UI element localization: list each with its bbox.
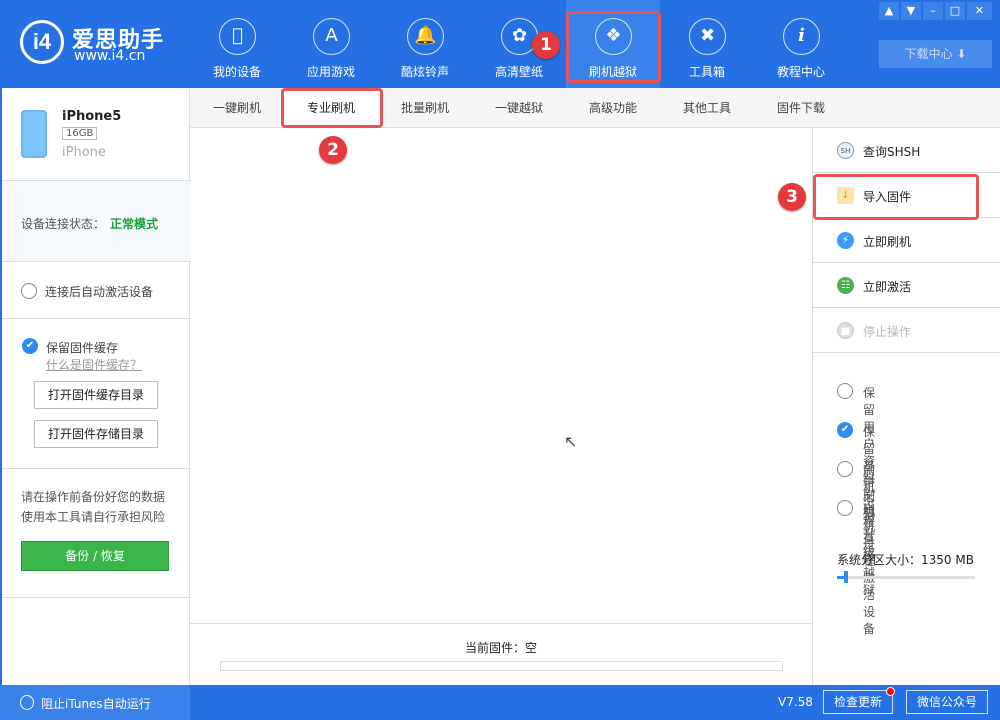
tab-one-click-flash[interactable]: 一键刷机 (190, 88, 284, 128)
itunes-block-label: 阻止iTunes自动运行 (41, 697, 151, 711)
footer: 阻止iTunes自动运行 V7.58 检查更新 微信公众号 (0, 685, 1000, 720)
step-badge: 1 (532, 31, 560, 59)
itunes-block-toggle[interactable]: 阻止iTunes自动运行 (0, 685, 190, 720)
nav-label: 酷炫铃声 (400, 65, 449, 79)
activate-during-flash-radio[interactable] (837, 500, 853, 516)
step-badge: 2 (319, 136, 347, 164)
nav-toolbox[interactable]: ✖ 工具箱 (660, 0, 754, 88)
close-icon[interactable]: ✕ (967, 2, 992, 20)
divider (190, 623, 812, 624)
progress-bar (220, 661, 783, 671)
partition-slider[interactable] (837, 576, 975, 579)
header: i4 爱思助手 www.i4.cn 我的设备 A应用游戏 🔔酷炫铃声 ✿高清壁… (0, 0, 1000, 88)
activate-now-button[interactable]: ☷ 立即激活 (813, 263, 1000, 308)
status-value: 正常模式 (110, 217, 159, 231)
current-firmware-label: 当前固件：空 (464, 641, 537, 655)
flash-now-button[interactable]: ⚡ 立即刷机 (813, 218, 1000, 263)
option-label: 刷机过程激活设备 (863, 503, 876, 636)
step-badge: 3 (778, 183, 806, 211)
status-label: 设备连接状态： (21, 217, 106, 231)
tab-one-click-jailbreak[interactable]: 一键越狱 (472, 88, 566, 128)
itunes-block-radio[interactable] (20, 695, 34, 710)
keep-baseband-checkbox[interactable]: ✔ (837, 422, 853, 438)
action-label: 立即激活 (863, 280, 912, 294)
lightning-icon: ⚡ (837, 232, 854, 249)
partition-size-label: 系统分区大小：1350 MB (837, 553, 974, 567)
open-cache-dir-button[interactable]: 打开固件缓存目录 (34, 381, 158, 409)
action-label: 查询SHSH (863, 145, 921, 159)
iphone-icon (21, 110, 47, 158)
device-name: iPhone5 (62, 109, 122, 124)
info-icon: i (783, 18, 820, 55)
query-shsh-button[interactable]: SH 查询SHSH (813, 128, 1000, 173)
download-icon: ⬇ (956, 47, 967, 61)
partition-slider-handle[interactable] (844, 571, 848, 583)
highlight-box (566, 11, 661, 83)
status-box: 设备连接状态： 正常模式 (2, 181, 191, 261)
nav-label: 我的设备 (212, 65, 261, 79)
menu-icon[interactable]: ▼ (901, 2, 921, 20)
keep-cache-label: 保留固件缓存 (46, 341, 119, 355)
backup-restore-button[interactable]: 备份 / 恢复 (21, 541, 169, 571)
nav-apps-games[interactable]: A 应用游戏 (284, 0, 378, 88)
nav-label: 工具箱 (688, 65, 725, 79)
bell-icon: 🔔 (407, 18, 444, 55)
highlight-box (813, 174, 979, 220)
tab-other-tools[interactable]: 其他工具 (660, 88, 754, 128)
keep-user-data-radio[interactable] (837, 383, 853, 399)
shsh-search-icon: SH (837, 142, 854, 159)
nav-label: 应用游戏 (306, 65, 355, 79)
download-center-button[interactable]: 下载中心 ⬇ (879, 40, 992, 68)
app-store-icon: A (313, 18, 350, 55)
device-type: iPhone (62, 145, 106, 160)
keep-cache-checkbox[interactable]: ✔ (22, 338, 38, 354)
warning-text: 使用本工具请自行承担风险 (21, 510, 166, 524)
nav-my-device[interactable]:  我的设备 (190, 0, 284, 88)
nav-label: 教程中心 (776, 65, 825, 79)
stop-operation-button[interactable]: ■ 停止操作 (813, 308, 1000, 353)
nav-tutorials[interactable]: i 教程中心 (754, 0, 848, 88)
open-storage-dir-button[interactable]: 打开固件存储目录 (34, 420, 158, 448)
tab-advanced[interactable]: 高级功能 (566, 88, 660, 128)
wechat-button[interactable]: 微信公众号 (906, 690, 988, 714)
action-label: 停止操作 (863, 325, 912, 339)
nav-label: 高清壁纸 (494, 65, 543, 79)
globe-icon: ☷ (837, 277, 854, 294)
tools-icon: ✖ (689, 18, 726, 55)
jailbreak-during-flash-radio[interactable] (837, 461, 853, 477)
notification-dot (886, 687, 895, 696)
highlight-box (281, 88, 383, 128)
app-url: www.i4.cn (74, 48, 146, 64)
download-center-label: 下载中心 (904, 47, 953, 61)
maximize-icon[interactable]: □ (945, 2, 965, 20)
warning-text: 请在操作前备份好您的数据 (21, 490, 166, 504)
auto-activate-label: 连接后自动激活设备 (45, 285, 154, 299)
check-update-button[interactable]: 检查更新 (823, 690, 893, 714)
action-label: 立即刷机 (863, 235, 912, 249)
logo-icon: i4 (20, 20, 64, 64)
stop-icon: ■ (837, 322, 854, 339)
tab-firmware-download[interactable]: 固件下载 (754, 88, 848, 128)
skin-icon[interactable]: ▲ (879, 2, 899, 20)
apple-icon:  (219, 18, 256, 55)
device-capacity: 16GB (62, 127, 98, 140)
sidebar: iPhone5 16GB iPhone 设备连接状态： 正常模式 连接后自动激活… (0, 88, 191, 685)
tab-batch-flash[interactable]: 批量刷机 (378, 88, 472, 128)
version-label: V7.58 (778, 695, 813, 709)
nav-ringtones[interactable]: 🔔 酷炫铃声 (378, 0, 472, 88)
what-is-cache-link[interactable]: 什么是固件缓存？ (46, 356, 142, 373)
minimize-icon[interactable]: – (923, 2, 943, 20)
auto-activate-radio[interactable] (21, 283, 37, 299)
cursor-icon: ↖ (564, 432, 578, 451)
